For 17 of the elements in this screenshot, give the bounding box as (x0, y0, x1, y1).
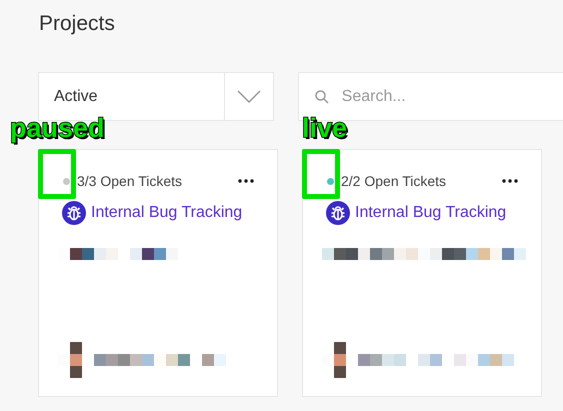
page-title: Projects (39, 11, 116, 37)
search-input[interactable]: Search... (342, 84, 563, 108)
highlight-frame (38, 149, 76, 199)
search-icon (314, 90, 329, 104)
bug-icon (62, 201, 86, 225)
more-icon[interactable] (502, 179, 518, 183)
open-tickets-count: 3/3 Open Tickets (77, 172, 184, 191)
dropdown-value: Active (53, 86, 99, 106)
chevron-down-icon (236, 90, 261, 104)
project-name-link[interactable]: Internal Bug Tracking (355, 201, 506, 225)
bug-icon (326, 201, 350, 225)
project-name-link[interactable]: Internal Bug Tracking (91, 201, 242, 225)
project-card[interactable]: 2/2 Open Tickets Internal Bug Tracking (302, 149, 542, 397)
open-tickets-count: 2/2 Open Tickets (341, 172, 448, 191)
project-card[interactable]: 3/3 Open Tickets Internal Bug Tracking (38, 149, 278, 397)
highlight-frame (302, 149, 340, 199)
more-icon[interactable] (238, 179, 254, 183)
